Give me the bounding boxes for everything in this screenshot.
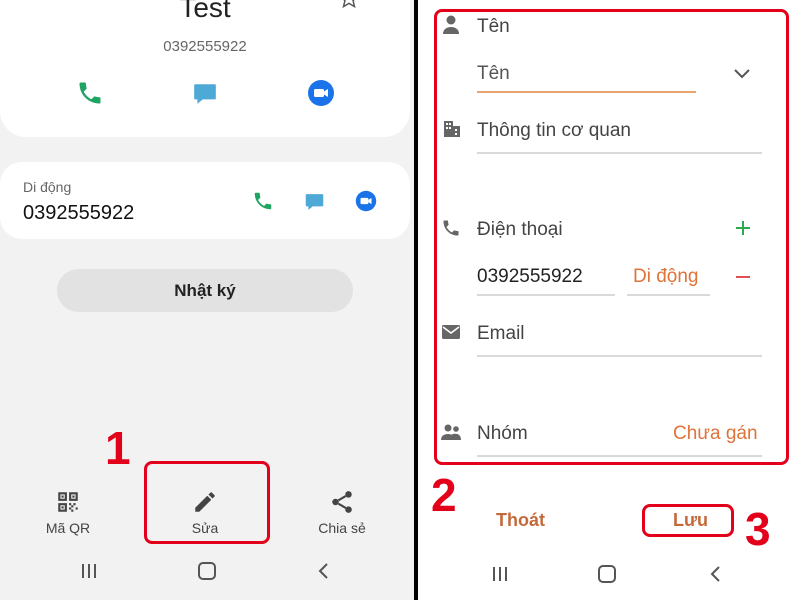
message-icon[interactable] [304, 191, 325, 213]
share-label: Chia sẻ [318, 520, 366, 536]
message-icon[interactable] [192, 80, 218, 108]
group-underline [477, 455, 762, 457]
home-icon[interactable] [196, 561, 218, 581]
email-icon [442, 325, 460, 339]
edit-contact-screen: Tên Tên Thông tin cơ quan Điện thoại 039… [418, 0, 800, 600]
mobile-number-card[interactable]: Di động 0392555922 [0, 162, 410, 239]
phone-icon[interactable] [252, 190, 274, 212]
qr-code-button[interactable]: Mã QR [8, 485, 128, 545]
cancel-button[interactable]: Thoát [496, 510, 545, 531]
phone-icon[interactable] [76, 79, 104, 107]
phone-number-underline [477, 294, 615, 296]
edit-highlight-box [144, 461, 270, 544]
step-number-1: 1 [105, 422, 131, 474]
name-input[interactable]: Tên [477, 63, 510, 85]
group-icon [441, 424, 461, 440]
contact-detail-screen: Test 0392555922 Di động 0392555922 Nhật … [0, 0, 414, 600]
name-input-underline [477, 91, 696, 93]
plus-icon[interactable] [734, 219, 752, 237]
save-highlight-box [642, 504, 734, 537]
step-number-2: 2 [431, 469, 457, 521]
log-button[interactable]: Nhật ký [57, 269, 353, 312]
organization-input[interactable]: Thông tin cơ quan [477, 120, 631, 142]
recent-apps-icon[interactable] [490, 564, 510, 584]
recent-apps-icon[interactable] [79, 561, 99, 581]
email-underline [477, 355, 762, 357]
home-icon[interactable] [596, 564, 618, 584]
mobile-number: 0392555922 [23, 202, 135, 224]
contact-header-card: Test 0392555922 [0, 0, 410, 137]
person-icon [443, 15, 459, 34]
name-section-label: Tên [477, 16, 510, 37]
phone-type-underline [627, 294, 710, 296]
phone-icon [443, 220, 459, 236]
phone-number-input[interactable]: 0392555922 [477, 266, 583, 288]
phone-type-selector[interactable]: Di động [633, 266, 699, 288]
building-icon [444, 121, 460, 137]
qr-code-icon [58, 492, 78, 512]
email-input[interactable]: Email [477, 323, 525, 345]
share-icon [332, 491, 352, 513]
minus-icon[interactable] [734, 275, 752, 279]
back-icon[interactable] [315, 561, 333, 581]
group-value[interactable]: Chưa gán [673, 423, 758, 445]
share-button[interactable]: Chia sẻ [282, 485, 402, 545]
group-label: Nhóm [477, 423, 528, 444]
step-number-3: 3 [745, 503, 771, 555]
qr-code-label: Mã QR [45, 520, 91, 536]
star-icon[interactable] [338, 0, 360, 10]
phone-section-label: Điện thoại [477, 219, 563, 240]
video-call-icon[interactable] [307, 79, 335, 107]
mobile-label: Di động [23, 179, 72, 195]
chevron-down-icon[interactable] [732, 67, 752, 81]
video-call-icon[interactable] [355, 190, 377, 212]
organization-underline [477, 152, 762, 154]
contact-number: 0392555922 [163, 38, 247, 55]
back-icon[interactable] [707, 564, 725, 584]
